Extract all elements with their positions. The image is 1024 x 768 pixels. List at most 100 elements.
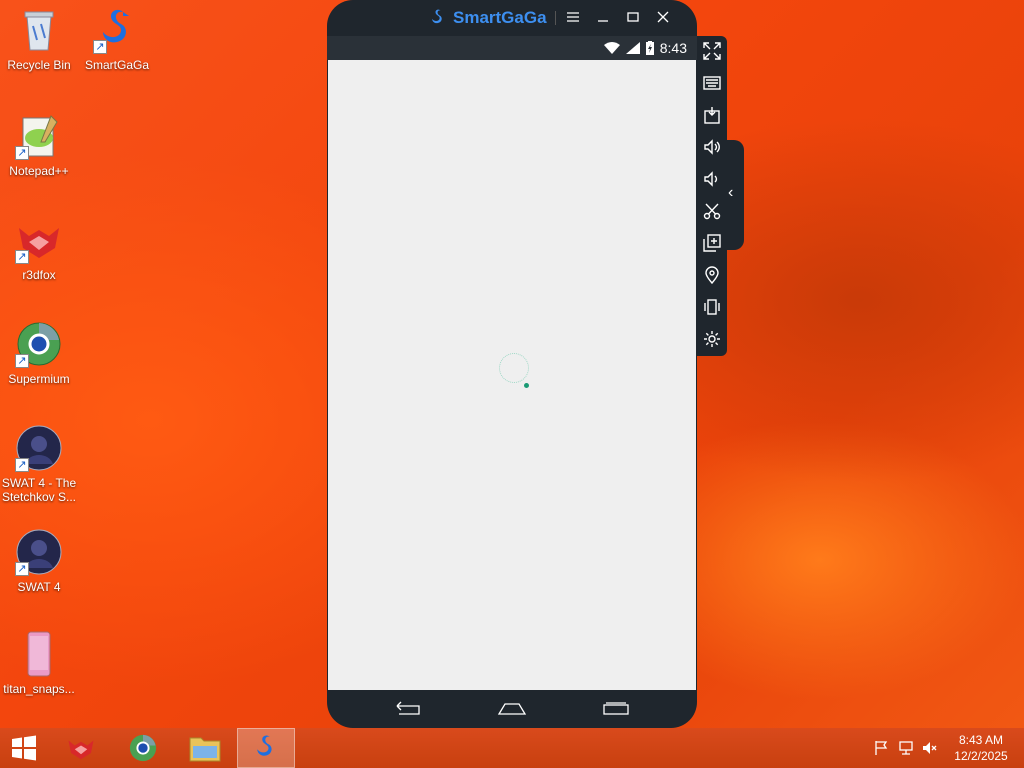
desktop-icon-label: SmartGaGa — [84, 58, 150, 72]
volume-muted-icon — [923, 742, 937, 754]
windows-logo-icon — [12, 735, 36, 761]
signal-icon — [625, 42, 640, 54]
volume-up-button[interactable] — [701, 136, 723, 158]
back-button[interactable] — [393, 700, 423, 718]
maximize-icon — [627, 12, 639, 22]
hamburger-menu-icon — [567, 12, 579, 22]
shake-icon — [704, 299, 720, 315]
shortcut-arrow-icon: ↗ — [15, 562, 29, 576]
swat4-stetchkov-icon: ↗ — [15, 424, 63, 472]
location-icon — [705, 266, 719, 284]
minimize-icon — [598, 20, 608, 22]
apk-install-button[interactable] — [701, 104, 723, 126]
tray-volume[interactable] — [922, 740, 938, 759]
desktop-icon-swat4[interactable]: ↗ SWAT 4 — [0, 528, 78, 594]
fullscreen-button[interactable] — [701, 40, 723, 62]
fullscreen-icon — [703, 42, 721, 60]
desktop-icon-titan-snaps[interactable]: titan_snaps... — [0, 630, 78, 696]
smartgaga-swan-icon — [257, 735, 272, 756]
chevron-left-icon: ‹ — [728, 184, 734, 201]
screenshot-button[interactable] — [701, 200, 723, 222]
recent-apps-button[interactable] — [601, 700, 631, 718]
location-button[interactable] — [701, 264, 723, 286]
multi-instance-icon — [703, 234, 721, 252]
shake-button[interactable] — [701, 296, 723, 318]
desktop-icon-r3dfox[interactable]: ↗ r3dfox — [0, 216, 78, 282]
taskbar-r3dfox[interactable] — [52, 728, 110, 768]
minimize-button[interactable] — [592, 8, 614, 28]
shortcut-arrow-icon: ↗ — [15, 146, 29, 160]
desktop-icon-supermium[interactable]: ↗ Supermium — [0, 320, 78, 386]
desktop-icon-label: Recycle Bin — [7, 58, 71, 72]
supermium-icon — [129, 734, 157, 762]
title-separator — [555, 11, 556, 25]
clock-time: 8:43 AM — [958, 733, 1004, 747]
r3dfox-icon: ↗ — [15, 216, 63, 264]
desktop-icon-label: r3dfox — [22, 268, 56, 282]
gear-icon — [704, 331, 720, 347]
multi-instance-button[interactable] — [701, 232, 723, 254]
desktop-icon-label: Notepad++ — [9, 164, 69, 178]
android-status-bar: 8:43 — [327, 36, 697, 60]
scissors-icon — [703, 203, 721, 220]
battery-charging-icon — [645, 41, 654, 55]
taskbar: 8:43 AM 12/2/2025 — [0, 728, 1024, 768]
desktop-icon-swat4-stetchkov[interactable]: ↗ SWAT 4 - The Stetchkov S... — [0, 424, 78, 504]
shortcut-arrow-icon: ↗ — [15, 354, 29, 368]
maximize-button[interactable] — [622, 8, 644, 28]
close-button[interactable] — [652, 8, 674, 28]
shortcut-arrow-icon: ↗ — [15, 458, 29, 472]
android-nav-bar — [327, 690, 697, 728]
desktop-icon-recycle-bin[interactable]: Recycle Bin — [0, 6, 78, 72]
emulator-logo: SmartGaGa — [427, 8, 547, 28]
keyboard-button[interactable] — [701, 72, 723, 94]
desktop-icon-notepadpp[interactable]: ↗ Notepad++ — [0, 112, 78, 178]
smartgaga-swan-icon — [432, 9, 442, 24]
wifi-icon — [603, 42, 620, 54]
shortcut-arrow-icon: ↗ — [15, 250, 29, 264]
desktop-icon-label: titan_snaps... — [3, 682, 75, 696]
settings-button[interactable] — [701, 328, 723, 350]
emulator-title-bar[interactable]: SmartGaGa — [327, 0, 697, 36]
close-icon — [657, 11, 669, 23]
keyboard-icon — [703, 76, 721, 90]
smartgaga-swan-icon: ↗ — [93, 6, 141, 54]
network-icon — [899, 741, 913, 755]
loading-spinner-dot — [524, 383, 529, 388]
volume-up-icon — [704, 139, 720, 155]
swat4-icon: ↗ — [15, 528, 63, 576]
status-time: 8:43 — [659, 40, 687, 56]
android-screen[interactable] — [328, 60, 696, 690]
desktop-icon-smartgaga[interactable]: ↗ SmartGaGa — [78, 6, 156, 72]
flag-icon — [875, 741, 888, 755]
desktop-icon-label: SWAT 4 - The Stetchkov S... — [1, 476, 77, 504]
recycle-bin-icon — [15, 6, 63, 54]
r3dfox-icon — [68, 740, 94, 760]
loading-spinner — [499, 353, 529, 383]
home-icon — [497, 703, 527, 715]
phone-image-file-icon — [15, 630, 63, 678]
menu-button[interactable] — [562, 8, 584, 28]
taskbar-clock[interactable]: 8:43 AM 12/2/2025 — [946, 732, 1016, 764]
emulator-title: SmartGaGa — [453, 8, 547, 27]
back-icon — [396, 701, 420, 715]
desktop-icon-label: Supermium — [8, 372, 70, 386]
taskbar-supermium[interactable] — [114, 728, 172, 768]
taskbar-file-explorer[interactable] — [176, 728, 234, 768]
desktop-icon-label: SWAT 4 — [17, 580, 61, 594]
tray-network[interactable] — [898, 740, 914, 759]
supermium-icon: ↗ — [15, 320, 63, 368]
start-button[interactable] — [0, 728, 48, 768]
volume-down-button[interactable] — [701, 168, 723, 190]
folder-icon — [189, 737, 221, 762]
tray-action-center[interactable] — [874, 740, 890, 759]
emulator-side-toolbar — [697, 36, 727, 356]
recent-apps-icon — [603, 702, 629, 715]
taskbar-smartgaga[interactable] — [237, 728, 295, 768]
home-button[interactable] — [497, 700, 527, 718]
notepadpp-icon: ↗ — [15, 112, 63, 160]
toolbar-collapse-tab[interactable]: ‹ — [724, 140, 744, 250]
volume-down-icon — [704, 171, 718, 187]
emulator-window: SmartGaGa 8:43 — [327, 0, 697, 728]
shortcut-arrow-icon: ↗ — [93, 40, 107, 54]
